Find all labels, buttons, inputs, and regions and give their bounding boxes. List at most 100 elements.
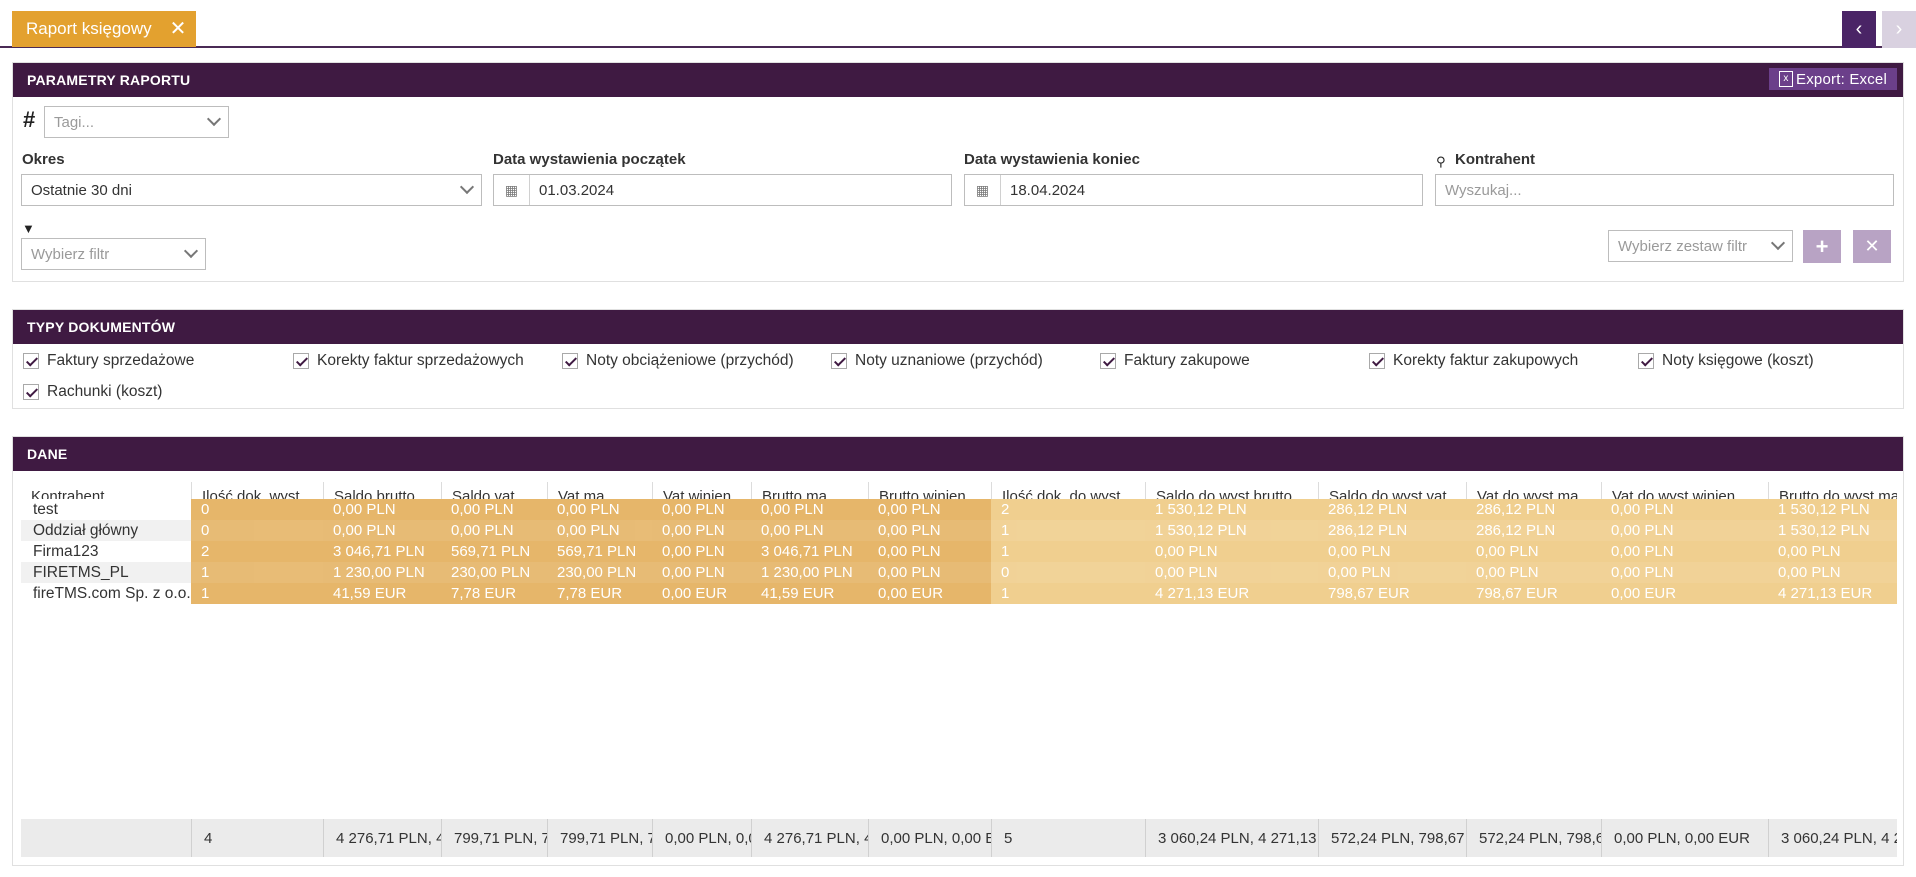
table-cell[interactable]: 0,00 PLN (441, 499, 547, 520)
close-icon[interactable]: ✕ (170, 19, 187, 39)
table-cell[interactable]: 1 530,12 PLN (1145, 499, 1318, 520)
table-cell[interactable]: 0,00 PLN (652, 499, 751, 520)
checkbox[interactable] (23, 384, 39, 400)
table-cell[interactable]: 0,00 PLN (547, 499, 652, 520)
table-cell[interactable]: 0,00 PLN (441, 520, 547, 541)
table-cell[interactable]: 0,00 PLN (1601, 541, 1768, 562)
filter-select[interactable]: Wybierz filtr (21, 238, 206, 270)
table-cell[interactable]: 1 (991, 583, 1145, 604)
table-cell[interactable]: 3 046,71 PLN (751, 541, 868, 562)
table-cell[interactable]: 286,12 PLN (1318, 520, 1466, 541)
table-cell[interactable]: 0,00 PLN (1768, 562, 1897, 583)
checkbox[interactable] (1638, 353, 1654, 369)
filter-set-select[interactable]: Wybierz zestaw filtr (1608, 230, 1793, 262)
calendar-icon[interactable]: ▦ (494, 175, 530, 205)
table-cell[interactable]: 1 530,12 PLN (1145, 520, 1318, 541)
checkbox[interactable] (562, 353, 578, 369)
table-cell[interactable]: 0,00 PLN (868, 541, 991, 562)
table-cell[interactable]: 2 (991, 499, 1145, 520)
table-cell[interactable]: 41,59 EUR (751, 583, 868, 604)
table-cell[interactable]: 4 271,13 EUR (1145, 583, 1318, 604)
table-cell[interactable]: 0,00 EUR (1601, 583, 1768, 604)
table-cell[interactable]: 1 (991, 541, 1145, 562)
checkbox-faktury-sprzedazowe[interactable]: Faktury sprzedażowe (23, 352, 194, 370)
table-cell[interactable]: 0,00 PLN (1466, 541, 1601, 562)
table-cell[interactable]: 286,12 PLN (1466, 520, 1601, 541)
table-cell[interactable]: 7,78 EUR (547, 583, 652, 604)
table-cell[interactable]: 0,00 PLN (868, 499, 991, 520)
table-cell[interactable]: 1 (191, 583, 323, 604)
add-filter-set-button[interactable]: + (1803, 230, 1841, 263)
table-cell[interactable]: 230,00 PLN (441, 562, 547, 583)
table-cell[interactable]: 3 046,71 PLN (323, 541, 441, 562)
chevron-right-icon[interactable]: › (1882, 11, 1916, 48)
checkbox-rachunki[interactable]: Rachunki (koszt) (23, 383, 162, 401)
table-cell[interactable]: 0 (191, 520, 323, 541)
table-cell[interactable]: 286,12 PLN (1466, 499, 1601, 520)
table-cell[interactable]: 0,00 PLN (868, 562, 991, 583)
table-cell[interactable]: 798,67 EUR (1466, 583, 1601, 604)
kontrahent-cell[interactable]: Firma123 (21, 541, 191, 562)
table-cell[interactable]: 0,00 PLN (323, 520, 441, 541)
table-cell[interactable]: 1 530,12 PLN (1768, 499, 1897, 520)
okres-select[interactable]: Ostatnie 30 dni (21, 174, 482, 206)
table-cell[interactable]: 1 (991, 520, 1145, 541)
checkbox-noty-ksiegowe[interactable]: Noty księgowe (koszt) (1638, 352, 1814, 370)
table-cell[interactable]: 1 530,12 PLN (1768, 520, 1897, 541)
end-date-input[interactable]: ▦ 18.04.2024 (964, 174, 1423, 206)
table-cell[interactable]: 0,00 PLN (1318, 541, 1466, 562)
table-cell[interactable]: 0,00 PLN (1601, 562, 1768, 583)
table-cell[interactable]: 0,00 PLN (1145, 562, 1318, 583)
table-cell[interactable]: 4 271,13 EUR (1768, 583, 1897, 604)
table-cell[interactable]: 286,12 PLN (1318, 499, 1466, 520)
tab-raport-ksiegowy[interactable]: Raport księgowy ✕ (12, 11, 197, 47)
table-cell[interactable]: 41,59 EUR (323, 583, 441, 604)
checkbox-noty-obciazeniowe[interactable]: Noty obciążeniowe (przychód) (562, 352, 794, 370)
checkbox[interactable] (1100, 353, 1116, 369)
checkbox-faktury-zakupowe[interactable]: Faktury zakupowe (1100, 352, 1250, 370)
table-cell[interactable]: 0 (191, 499, 323, 520)
table-cell[interactable]: 0,00 PLN (323, 499, 441, 520)
table-cell[interactable]: 0,00 PLN (1318, 562, 1466, 583)
kontrahent-cell[interactable]: fireTMS.com Sp. z o.o. (21, 583, 191, 604)
table-cell[interactable]: 0,00 PLN (1466, 562, 1601, 583)
checkbox[interactable] (23, 353, 39, 369)
checkbox[interactable] (1369, 353, 1385, 369)
checkbox-noty-uznaniowe[interactable]: Noty uznaniowe (przychód) (831, 352, 1043, 370)
export-excel-button[interactable]: x Export: Excel (1769, 68, 1897, 90)
table-cell[interactable]: 569,71 PLN (441, 541, 547, 562)
table-cell[interactable]: 1 230,00 PLN (751, 562, 868, 583)
kontrahent-cell[interactable]: Oddział główny (21, 520, 191, 541)
table-cell[interactable]: 798,67 EUR (1318, 583, 1466, 604)
table-cell[interactable]: 1 (191, 562, 323, 583)
table-cell[interactable]: 0,00 PLN (547, 520, 652, 541)
table-cell[interactable]: 0,00 PLN (1601, 520, 1768, 541)
table-cell[interactable]: 0,00 PLN (652, 520, 751, 541)
table-cell[interactable]: 0 (991, 562, 1145, 583)
table-cell[interactable]: 569,71 PLN (547, 541, 652, 562)
table-cell[interactable]: 1 230,00 PLN (323, 562, 441, 583)
tags-select[interactable]: Tagi... (44, 106, 229, 138)
table-cell[interactable]: 0,00 PLN (751, 499, 868, 520)
table-cell[interactable]: 0,00 PLN (868, 520, 991, 541)
table-cell[interactable]: 0,00 EUR (652, 583, 751, 604)
table-cell[interactable]: 0,00 EUR (868, 583, 991, 604)
table-cell[interactable]: 0,00 PLN (1601, 499, 1768, 520)
kontrahent-cell[interactable]: FIRETMS_PL (21, 562, 191, 583)
table-cell[interactable]: 0,00 PLN (751, 520, 868, 541)
checkbox-korekty-sprzedazowe[interactable]: Korekty faktur sprzedażowych (293, 352, 524, 370)
chevron-left-icon[interactable]: ‹ (1842, 11, 1876, 48)
remove-filter-set-button[interactable]: ✕ (1853, 230, 1891, 263)
table-cell[interactable]: 7,78 EUR (441, 583, 547, 604)
table-cell[interactable]: 2 (191, 541, 323, 562)
kontrahent-cell[interactable]: test (21, 499, 191, 520)
kontrahent-search-input[interactable]: Wyszukaj... (1435, 174, 1894, 206)
start-date-input[interactable]: ▦ 01.03.2024 (493, 174, 952, 206)
checkbox[interactable] (293, 353, 309, 369)
calendar-icon[interactable]: ▦ (965, 175, 1001, 205)
table-cell[interactable]: 0,00 PLN (1145, 541, 1318, 562)
checkbox-korekty-zakupowe[interactable]: Korekty faktur zakupowych (1369, 352, 1578, 370)
table-cell[interactable]: 0,00 PLN (652, 541, 751, 562)
checkbox[interactable] (831, 353, 847, 369)
table-cell[interactable]: 230,00 PLN (547, 562, 652, 583)
